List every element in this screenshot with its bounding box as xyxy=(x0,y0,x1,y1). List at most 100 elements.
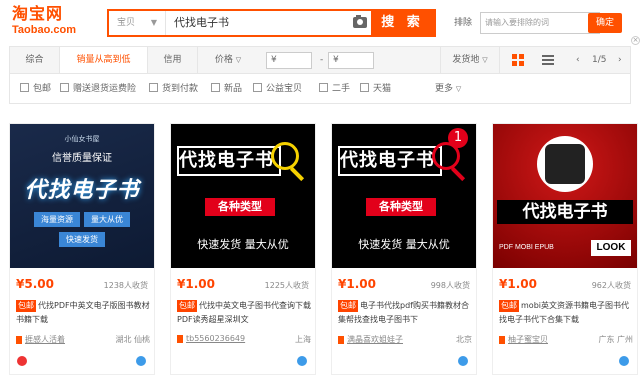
free-shipping-badge: 包邮 xyxy=(16,300,36,312)
free-shipping-badge: 包邮 xyxy=(177,300,197,312)
sort-credit[interactable]: 信用 xyxy=(148,47,198,73)
chevron-down-icon: ▼ xyxy=(150,18,157,27)
search-box: 宝贝 ▼ 代找电子书 搜 索 xyxy=(107,9,436,37)
checkbox[interactable] xyxy=(253,83,262,92)
thumb-type: 各种类型 xyxy=(366,198,436,216)
taobao-logo[interactable]: 淘宝网 Taobao.com xyxy=(12,4,86,40)
prev-page-icon[interactable]: ‹ xyxy=(576,47,580,73)
exclude-confirm-button[interactable]: 确定 xyxy=(588,13,622,33)
exclude-input[interactable]: 请输入要排除的词 xyxy=(480,12,600,34)
product-title[interactable]: 包邮 电子书代找pdf购买书籍教材合集帮找查找电子图书下 xyxy=(338,299,472,327)
filter-label: 天猫 xyxy=(373,84,392,94)
checkbox[interactable] xyxy=(319,83,328,92)
price-from-input[interactable]: ¥ xyxy=(266,52,312,69)
product-title[interactable]: 包邮 代找中英文电子图书代查询下载PDF读秀超星深圳文 xyxy=(177,299,311,327)
ship-from-select[interactable]: 发货地 ▽ xyxy=(440,47,500,73)
thumb-tag: 快速发货 xyxy=(59,232,105,247)
filter-charity[interactable]: 公益宝贝 xyxy=(253,74,302,104)
filter-label: 新品 xyxy=(224,84,243,94)
filter-tmall[interactable]: 天猫 xyxy=(360,74,391,104)
chat-icon[interactable] xyxy=(458,356,468,366)
chevron-down-icon: ▽ xyxy=(482,56,488,64)
checkbox[interactable] xyxy=(60,83,69,92)
ship-from-label: 发货地 xyxy=(452,55,480,65)
product-title-text: 代找PDF中英文电子版图书教材书籍下载 xyxy=(16,301,150,324)
price-to-input[interactable]: ¥ xyxy=(328,52,374,69)
sort-bar: 综合 销量从高到低 信用 价格 ▽ ¥ - ¥ 发货地 ▽ ‹ 1/5 › xyxy=(9,46,631,74)
shop-name[interactable]: 捱感人活着 xyxy=(25,335,65,344)
shop-name[interactable]: 柚子蜜宝贝 xyxy=(508,335,548,344)
product-card[interactable]: 代找电子书 各种类型 快速发货 量大从优 ¥1.00 1225人收货 包邮 代找中… xyxy=(170,123,316,375)
thumb-subtitle: 信誉质量保证 xyxy=(52,153,112,164)
search-input[interactable]: 代找电子书 xyxy=(166,11,374,35)
magnifier-handle xyxy=(450,166,466,182)
sales-count: 962人收货 xyxy=(591,281,631,290)
product-title[interactable]: 包邮 代找PDF中英文电子版图书教材书籍下载 xyxy=(16,299,150,327)
notification-badge: 1 xyxy=(448,128,468,148)
chat-icon[interactable] xyxy=(619,356,629,366)
next-page-icon[interactable]: › xyxy=(618,47,622,73)
exclude-label: 排除 xyxy=(454,18,473,28)
filter-return-insurance[interactable]: 赠送退货运费险 xyxy=(60,74,136,104)
sort-comprehensive[interactable]: 综合 xyxy=(10,47,60,73)
shop-icon xyxy=(177,334,183,343)
thumb-main-text: 代找电子书 xyxy=(497,200,633,224)
shop-row: 满晶喜欢姐娃子 北京 xyxy=(338,334,472,346)
product-card[interactable]: 代找电子书 PDF MOBI EPUB LOOK ¥1.00 962人收货 包邮… xyxy=(492,123,638,375)
filter-cod[interactable]: 货到付款 xyxy=(149,74,198,104)
seal-icon xyxy=(16,355,28,367)
checkbox[interactable] xyxy=(149,83,158,92)
chevron-down-icon: ▽ xyxy=(235,56,242,64)
product-title[interactable]: 包邮 mobi英文资源书籍电子图书代找电子书代下合集下载 xyxy=(499,299,633,327)
filter-free-shipping[interactable]: 包邮 xyxy=(20,74,51,104)
product-image[interactable]: 代找电子书 各种类型 快速发货 量大从优 xyxy=(171,124,315,268)
close-icon[interactable]: × xyxy=(631,36,640,45)
filter-secondhand[interactable]: 二手 xyxy=(319,74,350,104)
shop-icon xyxy=(338,335,344,344)
product-price: ¥5.00 xyxy=(16,277,54,291)
sort-price[interactable]: 价格 ▽ xyxy=(198,47,258,73)
search-type-select[interactable]: 宝贝 ▼ xyxy=(109,11,166,35)
sort-sales[interactable]: 销量从高到低 xyxy=(60,47,148,73)
checkbox[interactable] xyxy=(20,83,29,92)
shop-row: 柚子蜜宝贝 广东 广州 xyxy=(499,334,633,346)
location: 湖北 仙桃 xyxy=(115,335,150,344)
grid-view-icon[interactable] xyxy=(512,54,524,66)
magnifier-icon xyxy=(271,142,299,170)
more-label: 更多 xyxy=(435,84,454,94)
product-image[interactable]: 代找电子书 PDF MOBI EPUB LOOK xyxy=(493,124,637,268)
shop-name[interactable]: 满晶喜欢姐娃子 xyxy=(347,335,403,344)
product-image[interactable]: 代找电子书 1 各种类型 快速发货 量大从优 xyxy=(332,124,476,268)
sales-count: 998人收货 xyxy=(430,281,470,290)
filter-label: 二手 xyxy=(332,84,351,94)
free-shipping-badge: 包邮 xyxy=(499,300,519,312)
magnifier-handle xyxy=(289,166,305,182)
chat-icon[interactable] xyxy=(136,356,146,366)
filter-label: 赠送退货运费险 xyxy=(73,84,137,94)
checkbox[interactable] xyxy=(211,83,220,92)
product-image[interactable]: 小仙女书屋 信誉质量保证 代找电子书 海量资源 量大从优 快速发货 xyxy=(10,124,154,268)
chevron-down-icon: ▽ xyxy=(455,85,462,93)
shop-row: 捱感人活着 湖北 仙桃 xyxy=(16,334,150,346)
free-shipping-badge: 包邮 xyxy=(338,300,358,312)
thumb-look: LOOK xyxy=(591,240,631,256)
chat-icon[interactable] xyxy=(297,356,307,366)
search-button[interactable]: 搜 索 xyxy=(371,11,434,35)
filter-new[interactable]: 新品 xyxy=(211,74,242,104)
checkbox[interactable] xyxy=(360,83,369,92)
list-view-icon[interactable] xyxy=(542,54,554,66)
thumb-shop-name: 小仙女书屋 xyxy=(64,135,100,143)
shop-icon xyxy=(16,335,22,344)
sales-count: 1225人收货 xyxy=(264,281,309,290)
product-price: ¥1.00 xyxy=(177,277,215,291)
more-filters[interactable]: 更多 ▽ xyxy=(435,74,461,104)
shop-name[interactable]: tb5560236649 xyxy=(186,334,245,343)
thumb-formats: PDF MOBI EPUB xyxy=(499,244,554,251)
product-card[interactable]: 代找电子书 1 各种类型 快速发货 量大从优 ¥1.00 998人收货 包邮 电子… xyxy=(331,123,477,375)
product-card[interactable]: 小仙女书屋 信誉质量保证 代找电子书 海量资源 量大从优 快速发货 ¥5.00 … xyxy=(9,123,155,375)
thumb-type: 各种类型 xyxy=(205,198,275,216)
filter-label: 公益宝贝 xyxy=(266,84,303,94)
search-type-label: 宝贝 xyxy=(117,18,136,28)
camera-icon[interactable] xyxy=(353,15,367,28)
thumb-tag: 海量资源 xyxy=(34,212,80,227)
